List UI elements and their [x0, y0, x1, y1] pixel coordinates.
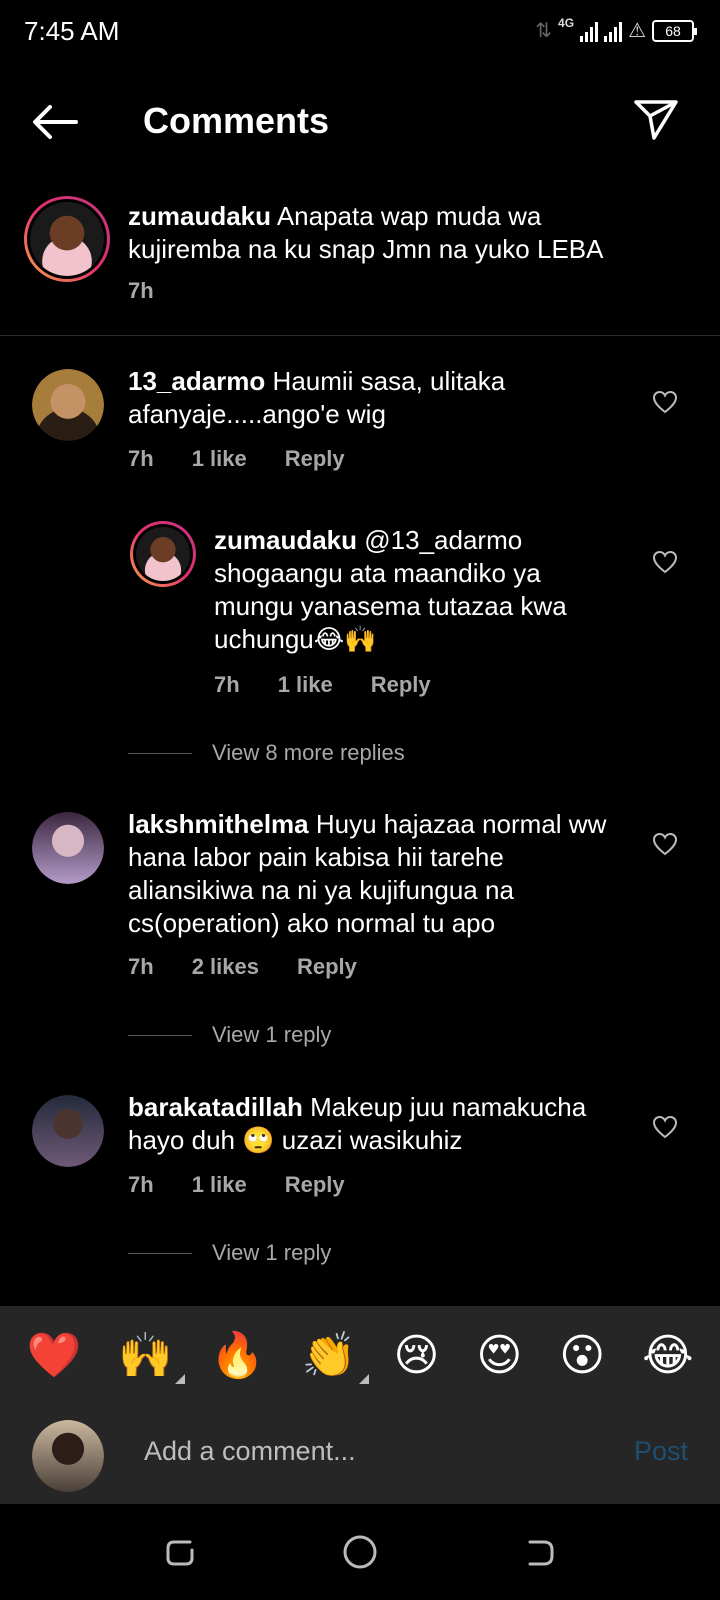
paper-plane-icon[interactable] [632, 96, 680, 144]
heart-icon[interactable] [652, 1115, 678, 1139]
caption-time: 7h [128, 278, 154, 303]
comment-input[interactable] [144, 1436, 594, 1467]
divider-line [128, 1252, 192, 1254]
comment-text: barakatadillah Makeup juu namakucha hayo… [128, 1091, 618, 1157]
page-title: Comments [143, 100, 330, 141]
divider-line [128, 1034, 192, 1036]
view-more-replies[interactable]: View 1 reply [128, 1240, 331, 1266]
like-count[interactable]: 2 likes [192, 954, 259, 980]
comment-text: zumaudaku @13_adarmo shogaangu ata maand… [214, 524, 604, 656]
emoji-crying-button[interactable]: 😢 [394, 1334, 440, 1378]
comment-time: 7h [128, 954, 154, 979]
network-type-label: 4G [558, 15, 575, 30]
view-replies-label[interactable]: View 8 more replies [212, 740, 405, 766]
battery-icon: 68 [652, 19, 697, 42]
avatar[interactable] [32, 812, 104, 884]
header: Comments [0, 78, 720, 168]
emoji-quick-bar: ❤️ 🙌 🔥 👏 😢 😍 😮 😂 [0, 1306, 720, 1406]
emoji-raised-hands-button[interactable]: 🙌 [118, 1334, 186, 1384]
emoji-heart-button[interactable]: ❤️ [26, 1334, 81, 1378]
reply-button[interactable]: Reply [371, 672, 431, 698]
data-arrows-icon: ⇅ [535, 20, 553, 42]
comment-composer: Post [0, 1406, 720, 1504]
like-count[interactable]: 1 like [192, 446, 247, 472]
back-nav-icon[interactable] [520, 1532, 560, 1572]
comment-username[interactable]: barakatadillah [128, 1092, 303, 1122]
avatar[interactable] [24, 196, 110, 282]
comment-time: 7h [128, 446, 154, 471]
avatar [32, 1420, 104, 1492]
reply-button[interactable]: Reply [297, 954, 357, 980]
emoji-heart-eyes-button[interactable]: 😍 [476, 1334, 522, 1378]
avatar[interactable] [130, 521, 196, 587]
like-count[interactable]: 1 like [278, 672, 333, 698]
emoji-glyph: 👏 [301, 1330, 357, 1381]
view-replies-label[interactable]: View 1 reply [212, 1240, 331, 1266]
skin-tone-indicator [175, 1374, 186, 1384]
arrow-left-icon[interactable] [30, 100, 80, 144]
caption-username[interactable]: zumaudaku [128, 201, 271, 231]
comment-meta: 7h 1 like Reply [128, 1172, 383, 1198]
comment-text: 13_adarmo Haumii sasa, ulitaka afanyaje.… [128, 365, 608, 431]
heart-icon[interactable] [652, 832, 678, 856]
comment-meta: 7h 2 likes Reply [128, 954, 395, 980]
caption-meta: 7h [128, 278, 192, 304]
emoji-surprised-button[interactable]: 😮 [559, 1334, 605, 1378]
emoji-clap-button[interactable]: 👏 [302, 1334, 369, 1384]
comment-time: 7h [128, 1172, 154, 1197]
comment-text: lakshmithelma Huyu hajazaa normal ww han… [128, 808, 608, 940]
reply-button[interactable]: Reply [285, 1172, 345, 1198]
emoji-fire-button[interactable]: 🔥 [210, 1334, 265, 1378]
post-button[interactable]: Post [634, 1436, 688, 1467]
reply-button[interactable]: Reply [285, 446, 345, 472]
like-count[interactable]: 1 like [192, 1172, 247, 1198]
warning-icon: ⚠ [628, 20, 646, 42]
view-more-replies[interactable]: View 1 reply [128, 1022, 331, 1048]
view-replies-label[interactable]: View 1 reply [212, 1022, 331, 1048]
comment-username[interactable]: 13_adarmo [128, 366, 265, 396]
signal-icon [580, 20, 599, 42]
heart-icon[interactable] [652, 390, 678, 414]
home-icon[interactable] [340, 1532, 380, 1572]
avatar[interactable] [32, 1095, 104, 1167]
emoji-glyph: 🙌 [118, 1330, 174, 1381]
emoji-laughing-button[interactable]: 😂 [642, 1334, 693, 1378]
comment-username[interactable]: lakshmithelma [128, 809, 309, 839]
post-caption: zumaudaku Anapata wap muda wa kujiremba … [0, 196, 720, 336]
view-more-replies[interactable]: View 8 more replies [128, 740, 405, 766]
comment-meta: 7h 1 like Reply [214, 672, 469, 698]
avatar[interactable] [32, 369, 104, 441]
status-icons: ⇅ 4G ⚠ 68 [535, 15, 697, 43]
status-bar: 7:45 AM ⇅ 4G ⚠ 68 [0, 0, 720, 66]
comment-time: 7h [214, 672, 240, 697]
status-time: 7:45 AM [24, 16, 120, 46]
divider-line [128, 752, 192, 754]
caption-text: zumaudaku Anapata wap muda wa kujiremba … [128, 200, 648, 266]
system-nav-bar [0, 1504, 720, 1600]
comment-meta: 7h 1 like Reply [128, 446, 383, 472]
skin-tone-indicator [358, 1374, 369, 1384]
signal-icon-2 [604, 20, 623, 42]
comment-username[interactable]: zumaudaku [214, 525, 357, 555]
heart-icon[interactable] [652, 550, 678, 574]
recent-apps-icon[interactable] [160, 1532, 200, 1572]
